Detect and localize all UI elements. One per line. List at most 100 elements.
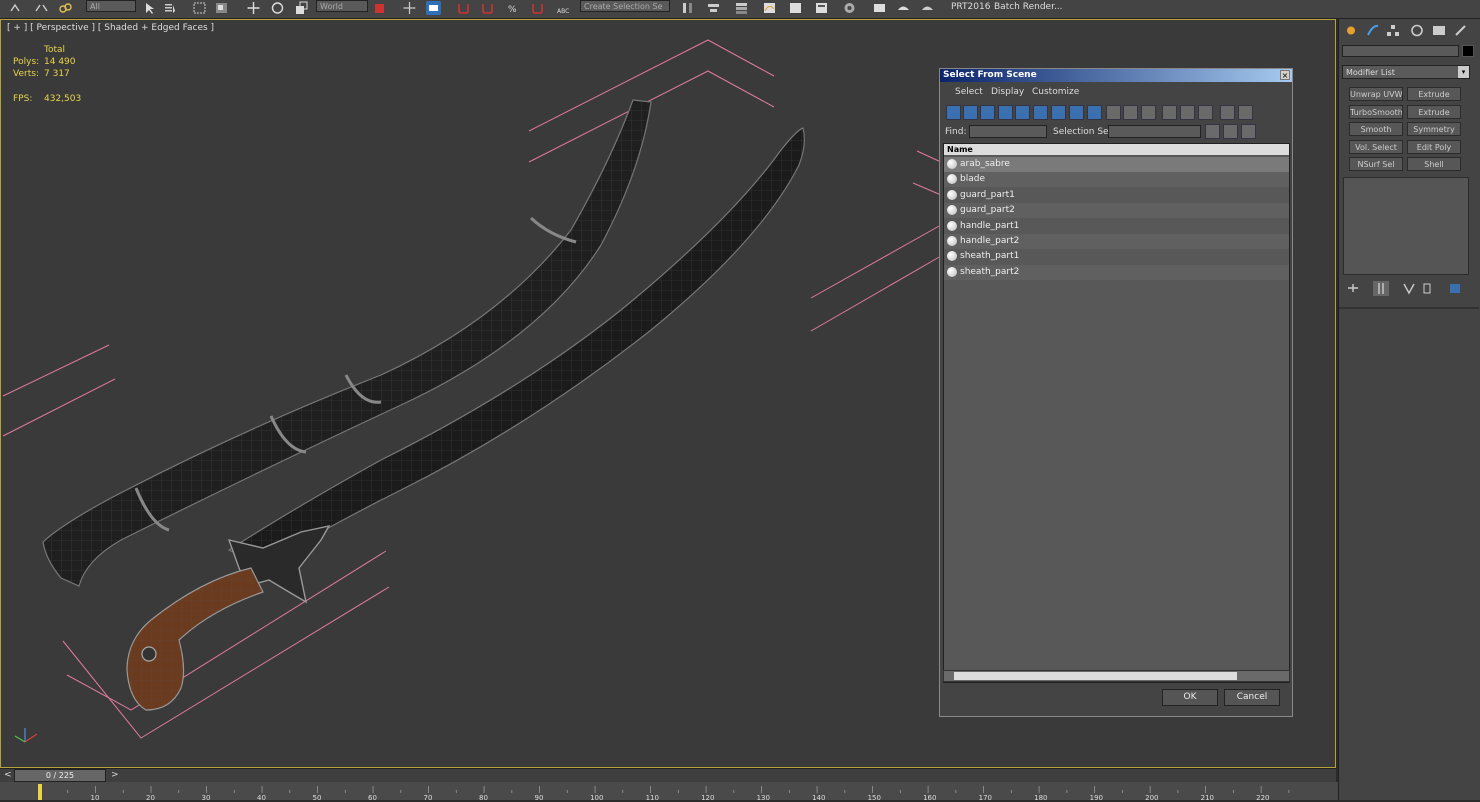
list-item[interactable]: sheath_part2 xyxy=(944,264,1289,280)
modifier-list-dropdown-icon[interactable]: ▾ xyxy=(1458,66,1469,78)
modifier-stack[interactable] xyxy=(1343,177,1469,275)
filter-options-icon[interactable] xyxy=(1238,105,1253,120)
select-manipulate-icon[interactable] xyxy=(402,1,417,15)
keyboard-shortcut-override-icon[interactable] xyxy=(426,1,441,15)
display-lights-icon[interactable] xyxy=(980,105,995,120)
add-to-selection-set-icon[interactable] xyxy=(1223,124,1238,139)
motion-tab-icon[interactable] xyxy=(1409,23,1425,38)
selection-filter-combo[interactable]: All xyxy=(86,0,136,12)
modifier-button[interactable]: NSurf Sel xyxy=(1349,157,1403,171)
edit-named-selection-icon[interactable]: ABC xyxy=(556,1,571,15)
modifier-button[interactable]: Smooth xyxy=(1349,122,1403,136)
display-helpers-icon[interactable] xyxy=(1015,105,1030,120)
layer-manager-icon[interactable] xyxy=(734,1,749,15)
modifier-button[interactable]: Unwrap UVW xyxy=(1349,87,1403,101)
curve-editor-icon[interactable] xyxy=(762,1,777,15)
display-invert-icon[interactable] xyxy=(1198,105,1213,120)
remove-modifier-icon[interactable] xyxy=(1419,281,1435,296)
pivot-center-icon[interactable] xyxy=(372,1,387,15)
modifier-button[interactable]: Edit Poly xyxy=(1407,139,1461,154)
create-selection-set-icon[interactable] xyxy=(1205,124,1220,139)
bind-space-warp-icon[interactable] xyxy=(58,1,73,15)
percent-snap-icon[interactable]: % xyxy=(506,1,521,15)
modify-tab-icon[interactable] xyxy=(1365,23,1381,38)
display-xrefs-icon[interactable] xyxy=(1069,105,1084,120)
cancel-button[interactable]: Cancel xyxy=(1224,689,1280,706)
spinner-snap-icon[interactable] xyxy=(530,1,545,15)
find-input[interactable] xyxy=(969,125,1047,138)
scale-icon[interactable] xyxy=(294,1,309,15)
unlink-icon[interactable] xyxy=(34,1,49,15)
horizontal-scrollbar[interactable] xyxy=(943,670,1290,682)
modifier-button[interactable]: Vol. Select xyxy=(1349,139,1403,154)
move-icon[interactable] xyxy=(246,1,261,15)
menu-customize[interactable]: Customize xyxy=(1032,87,1079,97)
list-item[interactable]: handle_part1 xyxy=(944,218,1289,234)
time-slider[interactable]: < 0 / 225 > xyxy=(0,768,1336,783)
object-color-swatch[interactable] xyxy=(1462,45,1474,57)
material-editor-icon[interactable] xyxy=(814,1,829,15)
rotate-icon[interactable] xyxy=(270,1,285,15)
utilities-tab-icon[interactable] xyxy=(1453,23,1469,38)
select-none-icon[interactable] xyxy=(1123,105,1138,120)
display-tab-icon[interactable] xyxy=(1431,23,1447,38)
make-unique-icon[interactable] xyxy=(1401,281,1417,296)
viewport-label[interactable]: [ + ] [ Perspective ] [ Shaded + Edged F… xyxy=(7,23,214,33)
ok-button[interactable]: OK xyxy=(1162,689,1218,706)
create-tab-sun-icon[interactable] xyxy=(1343,23,1359,38)
configure-modifier-sets-icon[interactable] xyxy=(1447,281,1463,296)
named-selection-set-combo[interactable]: Create Selection Se xyxy=(580,0,670,12)
list-item[interactable]: sheath_part1 xyxy=(944,249,1289,265)
window-crossing-icon[interactable] xyxy=(214,1,229,15)
menu-select[interactable]: Select xyxy=(955,87,983,97)
batch-render-label[interactable]: Batch Render... xyxy=(994,2,1063,12)
show-end-result-icon[interactable] xyxy=(1373,281,1389,296)
render-setup-icon[interactable] xyxy=(842,1,857,15)
modifier-list-combo[interactable]: Modifier List xyxy=(1342,65,1470,79)
time-slider-thumb[interactable]: 0 / 225 xyxy=(14,769,106,782)
render-iterative-icon[interactable] xyxy=(920,1,935,15)
list-item[interactable]: arab_sabre xyxy=(944,157,1289,172)
time-next-button[interactable]: > xyxy=(111,770,119,780)
snaps-toggle-icon[interactable] xyxy=(456,1,471,15)
align-icon[interactable] xyxy=(706,1,721,15)
modifier-button[interactable]: Extrude xyxy=(1407,87,1461,101)
render-production-icon[interactable] xyxy=(896,1,911,15)
display-bones-icon[interactable] xyxy=(1087,105,1102,120)
display-geometry-icon[interactable] xyxy=(946,105,961,120)
display-none-icon[interactable] xyxy=(1180,105,1195,120)
schematic-view-icon[interactable] xyxy=(788,1,803,15)
list-item[interactable]: guard_part1 xyxy=(944,187,1289,203)
filter-icon[interactable] xyxy=(1220,105,1235,120)
display-all-icon[interactable] xyxy=(1162,105,1177,120)
select-invert-icon[interactable] xyxy=(1141,105,1156,120)
remove-from-selection-set-icon[interactable] xyxy=(1241,124,1256,139)
scrollbar-thumb[interactable] xyxy=(954,672,1237,680)
hierarchy-tab-icon[interactable] xyxy=(1385,23,1401,38)
time-prev-button[interactable]: < xyxy=(4,770,12,780)
mirror-icon[interactable] xyxy=(680,1,695,15)
modifier-button[interactable]: Shell xyxy=(1407,157,1461,171)
dialog-close-button[interactable]: × xyxy=(1280,70,1290,80)
display-groups-icon[interactable] xyxy=(1051,105,1066,120)
menu-display[interactable]: Display xyxy=(991,87,1024,97)
selection-set-combo[interactable] xyxy=(1108,125,1201,138)
angle-snap-icon[interactable] xyxy=(480,1,495,15)
select-all-icon[interactable] xyxy=(1106,105,1121,120)
rectangular-selection-icon[interactable] xyxy=(192,1,207,15)
list-item[interactable]: handle_part2 xyxy=(944,234,1289,249)
modifier-button[interactable]: TurboSmooth xyxy=(1349,104,1403,119)
modifier-button[interactable]: Extrude xyxy=(1407,104,1461,119)
pin-stack-icon[interactable] xyxy=(1345,281,1361,296)
reference-coordinate-combo[interactable]: World xyxy=(316,0,368,12)
modifier-button[interactable]: Symmetry xyxy=(1407,122,1461,136)
dialog-title[interactable]: Select From Scene xyxy=(940,69,1292,82)
rendered-frame-window-icon[interactable] xyxy=(872,1,887,15)
select-by-name-icon[interactable] xyxy=(163,1,178,15)
display-spacewarps-icon[interactable] xyxy=(1033,105,1048,120)
list-item[interactable]: blade xyxy=(944,172,1289,188)
object-name-input[interactable] xyxy=(1342,45,1459,57)
select-link-icon[interactable] xyxy=(8,1,23,15)
display-cameras-icon[interactable] xyxy=(998,105,1013,120)
list-item[interactable]: guard_part2 xyxy=(944,203,1289,219)
